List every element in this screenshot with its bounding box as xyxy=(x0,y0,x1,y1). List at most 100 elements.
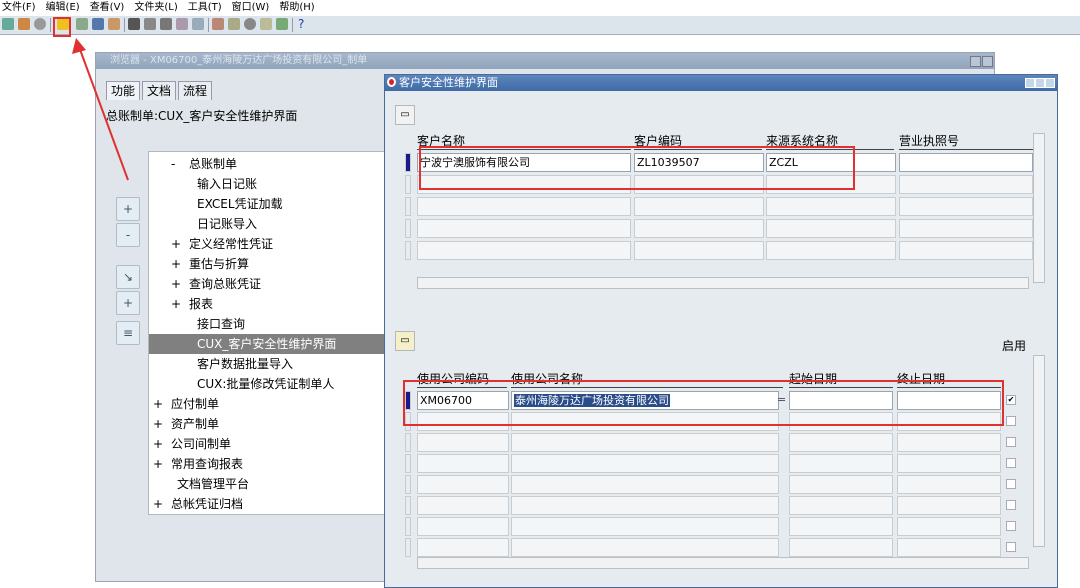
new-icon[interactable] xyxy=(2,18,14,30)
table-cell[interactable] xyxy=(634,197,764,216)
tree-item[interactable]: 输入日记账 xyxy=(149,174,385,194)
tree-item[interactable]: EXCEL凭证加载 xyxy=(149,194,385,214)
expand-node-icon[interactable]: + xyxy=(153,394,163,414)
folder-tools-icon[interactable] xyxy=(276,18,288,30)
bottom-horizontal-scrollbar[interactable] xyxy=(417,557,1029,569)
table-cell[interactable] xyxy=(511,454,779,473)
expand-button[interactable]: + xyxy=(116,197,140,221)
table-cell[interactable] xyxy=(789,517,893,536)
navigate-icon[interactable] xyxy=(34,18,46,30)
expand-node-icon[interactable]: + xyxy=(153,434,163,454)
table-cell[interactable] xyxy=(634,219,764,238)
tree-item[interactable]: 接口查询 xyxy=(149,314,385,334)
row-indicator[interactable] xyxy=(405,475,411,494)
expand-node-icon[interactable]: + xyxy=(153,414,163,434)
table-cell[interactable] xyxy=(417,241,631,260)
enabled-checkbox[interactable] xyxy=(1006,521,1016,531)
clear-icon[interactable] xyxy=(176,18,188,30)
tree-item[interactable]: + 常用查询报表 xyxy=(149,454,385,474)
row-indicator[interactable] xyxy=(405,538,411,557)
minimize-icon[interactable] xyxy=(970,56,981,67)
record-icon[interactable] xyxy=(244,18,256,30)
expand-node-icon[interactable]: + xyxy=(171,274,181,294)
table-cell[interactable] xyxy=(511,517,779,536)
bottom-vertical-scrollbar[interactable] xyxy=(1033,355,1045,547)
table-cell[interactable] xyxy=(897,454,1001,473)
table-cell[interactable] xyxy=(511,433,779,452)
close-icon[interactable] xyxy=(982,56,993,67)
attachment-icon[interactable] xyxy=(228,18,240,30)
table-cell[interactable] xyxy=(417,197,631,216)
expand-branch-button[interactable]: ↘ xyxy=(116,265,140,289)
table-cell[interactable] xyxy=(511,496,779,515)
tree-item[interactable]: + 总帐凭证归档 xyxy=(149,494,385,514)
tree-item[interactable]: + 报表 xyxy=(149,294,385,314)
row-indicator[interactable] xyxy=(405,219,411,238)
tree-item[interactable]: 文档管理平台 xyxy=(149,474,385,494)
delete-icon[interactable] xyxy=(192,18,204,30)
table-cell[interactable] xyxy=(897,538,1001,557)
table-cell[interactable] xyxy=(899,219,1033,238)
table-cell[interactable] xyxy=(417,496,509,515)
find-icon[interactable] xyxy=(18,18,30,30)
table-cell[interactable] xyxy=(511,538,779,557)
table-cell[interactable] xyxy=(417,219,631,238)
menu-window[interactable]: 窗口(W) xyxy=(232,0,270,16)
table-cell[interactable] xyxy=(511,475,779,494)
table-cell[interactable] xyxy=(897,433,1001,452)
row-indicator[interactable] xyxy=(405,454,411,473)
menu-tools[interactable]: 工具(T) xyxy=(188,0,222,16)
table-cell[interactable] xyxy=(789,475,893,494)
menu-folder[interactable]: 文件夹(L) xyxy=(134,0,177,16)
top-vertical-scrollbar[interactable] xyxy=(1033,133,1045,283)
link-icon[interactable] xyxy=(260,18,272,30)
bottom-block-folder-icon[interactable]: ▭ xyxy=(395,331,415,351)
collapse-button[interactable]: - xyxy=(116,223,140,247)
maximize-icon[interactable] xyxy=(1035,78,1045,88)
table-cell[interactable] xyxy=(789,496,893,515)
tree-item[interactable]: + 公司间制单 xyxy=(149,434,385,454)
enabled-checkbox[interactable] xyxy=(1006,437,1016,447)
close-icon[interactable] xyxy=(1045,78,1055,88)
expand-node-icon[interactable]: + xyxy=(153,454,163,474)
table-cell[interactable] xyxy=(789,538,893,557)
tree-item[interactable]: CUX:批量修改凭证制单人 xyxy=(149,374,385,394)
table-cell[interactable] xyxy=(899,153,1033,172)
tab-documents[interactable]: 文档 xyxy=(142,81,177,100)
table-cell[interactable] xyxy=(417,538,509,557)
tools-icon[interactable] xyxy=(108,18,120,30)
table-cell[interactable] xyxy=(897,517,1001,536)
tree-item[interactable]: + 重估与折算 xyxy=(149,254,385,274)
help-icon[interactable]: ? xyxy=(298,17,304,31)
tree-item[interactable]: + 资产制单 xyxy=(149,414,385,434)
menu-edit[interactable]: 编辑(E) xyxy=(46,0,80,16)
expand-node-icon[interactable]: + xyxy=(153,494,163,514)
print-icon[interactable] xyxy=(76,18,88,30)
table-cell[interactable] xyxy=(766,241,896,260)
top-block-folder-icon[interactable]: ▭ xyxy=(395,105,415,125)
expand-node-icon[interactable]: + xyxy=(171,294,181,314)
tree-item[interactable]: + 查询总账凭证 xyxy=(149,274,385,294)
table-cell[interactable] xyxy=(766,219,896,238)
row-indicator[interactable] xyxy=(405,197,411,216)
tree-item[interactable]: 日记账导入 xyxy=(149,214,385,234)
expand-node-icon[interactable]: + xyxy=(171,234,181,254)
enabled-checkbox[interactable]: ✔ xyxy=(1006,395,1016,405)
menu-help[interactable]: 帮助(H) xyxy=(279,0,314,16)
menu-file[interactable]: 文件(F) xyxy=(2,0,36,16)
collapse-node-icon[interactable]: - xyxy=(171,154,175,174)
expand-node-icon[interactable]: + xyxy=(171,254,181,274)
tree-item[interactable]: 客户数据批量导入 xyxy=(149,354,385,374)
row-indicator[interactable] xyxy=(405,433,411,452)
copy-icon[interactable] xyxy=(144,18,156,30)
enabled-checkbox[interactable] xyxy=(1006,416,1016,426)
tree-item[interactable]: CUX_客户安全性维护界面 xyxy=(149,334,385,354)
menu-view[interactable]: 查看(V) xyxy=(90,0,125,16)
table-cell[interactable] xyxy=(789,433,893,452)
tree-item[interactable]: + 定义经常性凭证 xyxy=(149,234,385,254)
paste-icon[interactable] xyxy=(160,18,172,30)
table-cell[interactable] xyxy=(417,433,509,452)
table-cell[interactable] xyxy=(899,241,1033,260)
edit-icon[interactable] xyxy=(212,18,224,30)
table-cell[interactable] xyxy=(899,175,1033,194)
